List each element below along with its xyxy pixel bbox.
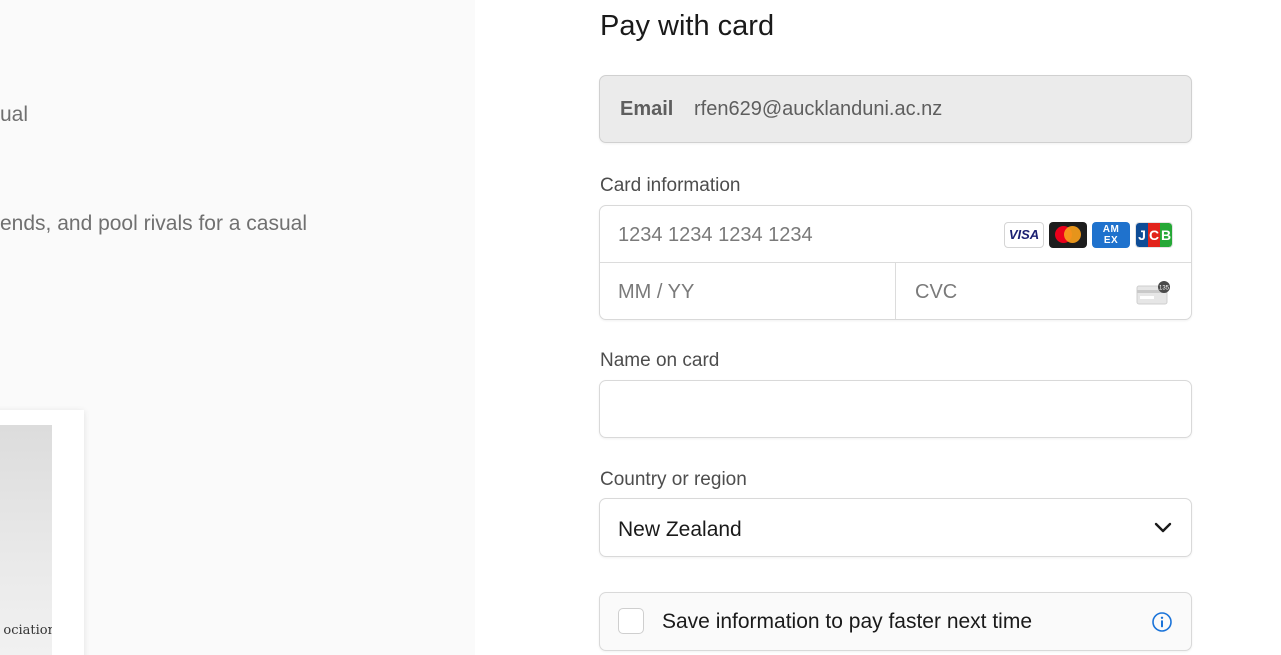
card-information-group: 1234 1234 1234 1234 VISA AM EX JCB MM / Y… <box>599 205 1192 320</box>
svg-text:135: 135 <box>1159 285 1170 291</box>
product-description-fragment: ual <box>0 103 29 126</box>
product-image: ociation <box>0 425 52 655</box>
save-info-checkbox[interactable] <box>618 608 644 634</box>
product-description-text: ends, and pool rivals for a casual <box>0 212 308 235</box>
email-value: rfen629@aucklanduni.ac.nz <box>694 98 943 120</box>
product-summary-panel: ual ends, and pool rivals for a casual o… <box>0 0 475 655</box>
amex-icon: AM EX <box>1092 222 1130 248</box>
country-selected-value: New Zealand <box>618 518 742 541</box>
country-select[interactable]: New Zealand <box>599 498 1192 557</box>
chevron-down-icon <box>1154 522 1172 533</box>
mastercard-icon <box>1049 222 1087 248</box>
email-field[interactable]: Email rfen629@aucklanduni.ac.nz <box>599 75 1192 143</box>
save-info-label: Save information to pay faster next time <box>662 610 1033 633</box>
jcb-icon: JCB <box>1135 222 1173 248</box>
cvc-input[interactable]: CVC <box>915 281 957 304</box>
name-on-card-label: Name on card <box>600 350 720 371</box>
email-label: Email <box>620 98 674 120</box>
info-icon[interactable] <box>1151 611 1173 633</box>
cvc-card-icon: 135 <box>1136 281 1170 305</box>
card-information-label: Card information <box>600 175 741 196</box>
country-label: Country or region <box>600 469 747 490</box>
visa-icon: VISA <box>1004 222 1044 248</box>
page-title: Pay with card <box>600 10 775 42</box>
divider <box>895 262 896 319</box>
save-info-option[interactable]: Save information to pay faster next time <box>599 592 1192 651</box>
card-number-input[interactable]: 1234 1234 1234 1234 <box>618 224 813 247</box>
expiry-input[interactable]: MM / YY <box>618 281 694 304</box>
name-on-card-input[interactable] <box>599 380 1192 438</box>
product-image-card: ociation <box>0 410 84 655</box>
product-image-caption: ociation <box>3 623 52 638</box>
